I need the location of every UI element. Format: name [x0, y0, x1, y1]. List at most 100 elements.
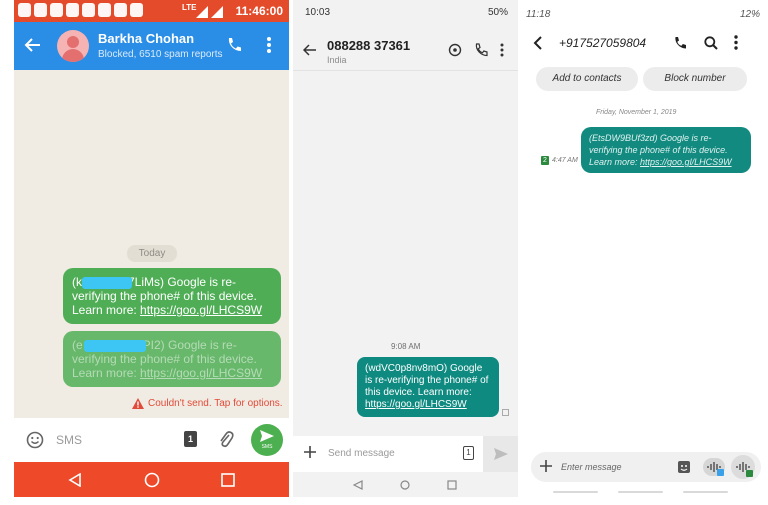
nav-back-icon[interactable] [68, 473, 82, 487]
status-time: 10:03 [305, 7, 331, 18]
back-chevron-icon[interactable] [533, 36, 543, 50]
system-nav-bar [14, 462, 289, 497]
conversation-header: +917527059804 [522, 24, 768, 64]
video-call-icon[interactable] [448, 43, 462, 57]
status-time: 11:18 [526, 9, 551, 20]
country-label: India [327, 55, 347, 65]
date-chip: Today [127, 245, 177, 262]
message-input[interactable]: SMS [56, 433, 82, 447]
plus-icon[interactable] [539, 459, 553, 473]
nav-gesture-bar [683, 491, 728, 493]
nav-recents-icon[interactable] [221, 473, 235, 487]
send-failed-notice[interactable]: Couldn't send. Tap for options. [132, 398, 283, 409]
status-bar: 10:03 50% [293, 0, 518, 24]
message-body: (wdVC0p8nv8mO) Google is re-verifying th… [365, 363, 489, 398]
sim-label: 1 [187, 434, 193, 444]
warning-icon [132, 398, 144, 409]
more-vert-icon[interactable] [500, 43, 504, 57]
battery-level: 12% [739, 9, 760, 20]
sim-card-icon[interactable]: 1 [463, 446, 474, 460]
textra-screen: LTE 11:46:00 Barkha Chohan Blocked, 6510… [14, 0, 289, 497]
system-nav-bar [293, 472, 518, 497]
notification-icon [50, 3, 63, 17]
notification-icon [130, 3, 143, 17]
status-time: 11:46:00 [235, 4, 283, 18]
message-timestamp: 9:08 AM [391, 342, 421, 351]
send-button[interactable] [483, 436, 518, 472]
conversation-app-bar: Barkha Chohan Blocked, 6510 spam reports [14, 22, 289, 70]
messages-light-screen: 10:03 50% 088288 37361 India 9:08 AM (wd… [293, 0, 518, 497]
redaction-mark [82, 277, 132, 289]
status-bar: LTE 11:46:00 [14, 0, 289, 22]
notification-icon [82, 3, 95, 17]
sim-indicator-icon: 2 [541, 156, 549, 165]
message-timestamp: 4:47 AM [552, 157, 578, 164]
network-label: LTE [182, 3, 197, 12]
phone-number[interactable]: +917527059804 [559, 36, 646, 50]
nav-recents-icon[interactable] [447, 480, 457, 490]
message-link[interactable]: https://goo.gl/LHCS9W [140, 366, 262, 380]
conversation-header: 088288 37361 India [293, 24, 518, 70]
date-label: Friday, November 1, 2019 [596, 109, 677, 116]
more-vert-icon[interactable] [266, 36, 272, 54]
nav-home-icon[interactable] [400, 480, 410, 490]
delivery-status-icon [502, 409, 509, 416]
attach-icon[interactable] [218, 430, 234, 450]
sim-card-icon[interactable]: 1 [184, 431, 197, 447]
back-arrow-icon[interactable] [303, 44, 317, 56]
header-divider [293, 70, 518, 71]
message-link[interactable]: https://goo.gl/LHCS9W [365, 399, 467, 410]
message-input[interactable]: Enter message [561, 462, 622, 472]
signal-icon [196, 6, 223, 18]
redaction-mark [84, 340, 146, 352]
message-link[interactable]: https://goo.gl/LHCS9W [140, 303, 262, 317]
contact-name[interactable]: Barkha Chohan [98, 31, 194, 46]
phone-icon[interactable] [673, 36, 687, 50]
nav-gesture-bar [553, 491, 598, 493]
plus-icon[interactable] [303, 445, 317, 459]
message-code-prefix: (k [72, 275, 82, 289]
voice-sim1-button[interactable] [703, 458, 725, 476]
message-bubble[interactable]: (wdVC0p8nv8mO) Google is re-verifying th… [357, 357, 499, 417]
send-icon [260, 430, 274, 442]
message-code-tail: 7LiMs) [128, 275, 165, 289]
add-to-contacts-button[interactable]: Add to contacts [536, 67, 638, 91]
send-button[interactable]: SMS [251, 424, 283, 456]
compose-bar: Enter message [531, 452, 761, 482]
messages-handwriting-screen: 11:18 12% +917527059804 Add to contacts … [522, 0, 768, 497]
notification-icons [18, 3, 143, 17]
notification-icon [114, 3, 127, 17]
sim-label: 2 [543, 157, 547, 164]
message-input[interactable]: Send message [328, 448, 395, 459]
search-icon[interactable] [704, 36, 718, 50]
voice-sim2-button[interactable] [731, 455, 755, 479]
nav-home-icon[interactable] [144, 472, 160, 488]
contact-status: Blocked, 6510 spam reports [98, 49, 223, 60]
phone-number[interactable]: 088288 37361 [327, 38, 410, 53]
emoji-icon[interactable] [26, 431, 44, 449]
sim1-badge [717, 469, 724, 476]
message-code-prefix: (e [72, 338, 83, 352]
block-number-button[interactable]: Block number [643, 67, 747, 91]
back-arrow-icon[interactable] [24, 36, 42, 54]
sim2-badge [746, 470, 753, 477]
nav-gesture-bar [618, 491, 663, 493]
notification-icon [98, 3, 111, 17]
sim-label: 1 [466, 448, 471, 457]
send-failed-text: Couldn't send. Tap for options. [148, 398, 283, 409]
avatar[interactable] [57, 30, 89, 62]
sticker-icon[interactable] [677, 460, 691, 474]
send-icon [494, 448, 508, 460]
send-label: SMS [261, 444, 273, 450]
compose-bar: SMS 1 SMS [14, 418, 289, 462]
battery-level: 50% [487, 7, 508, 18]
compose-bar: Send message 1 [293, 436, 518, 472]
status-bar: 11:18 12% [522, 0, 768, 24]
message-bubble[interactable]: (EtsDW9BUf3zd) Google is re-verifying th… [581, 127, 751, 173]
nav-back-icon[interactable] [353, 480, 363, 490]
more-vert-icon[interactable] [734, 35, 738, 50]
phone-icon[interactable] [226, 37, 242, 53]
phone-icon[interactable] [474, 43, 488, 57]
notification-icon [18, 3, 31, 17]
message-link[interactable]: https://goo.gl/LHCS9W [640, 157, 732, 167]
